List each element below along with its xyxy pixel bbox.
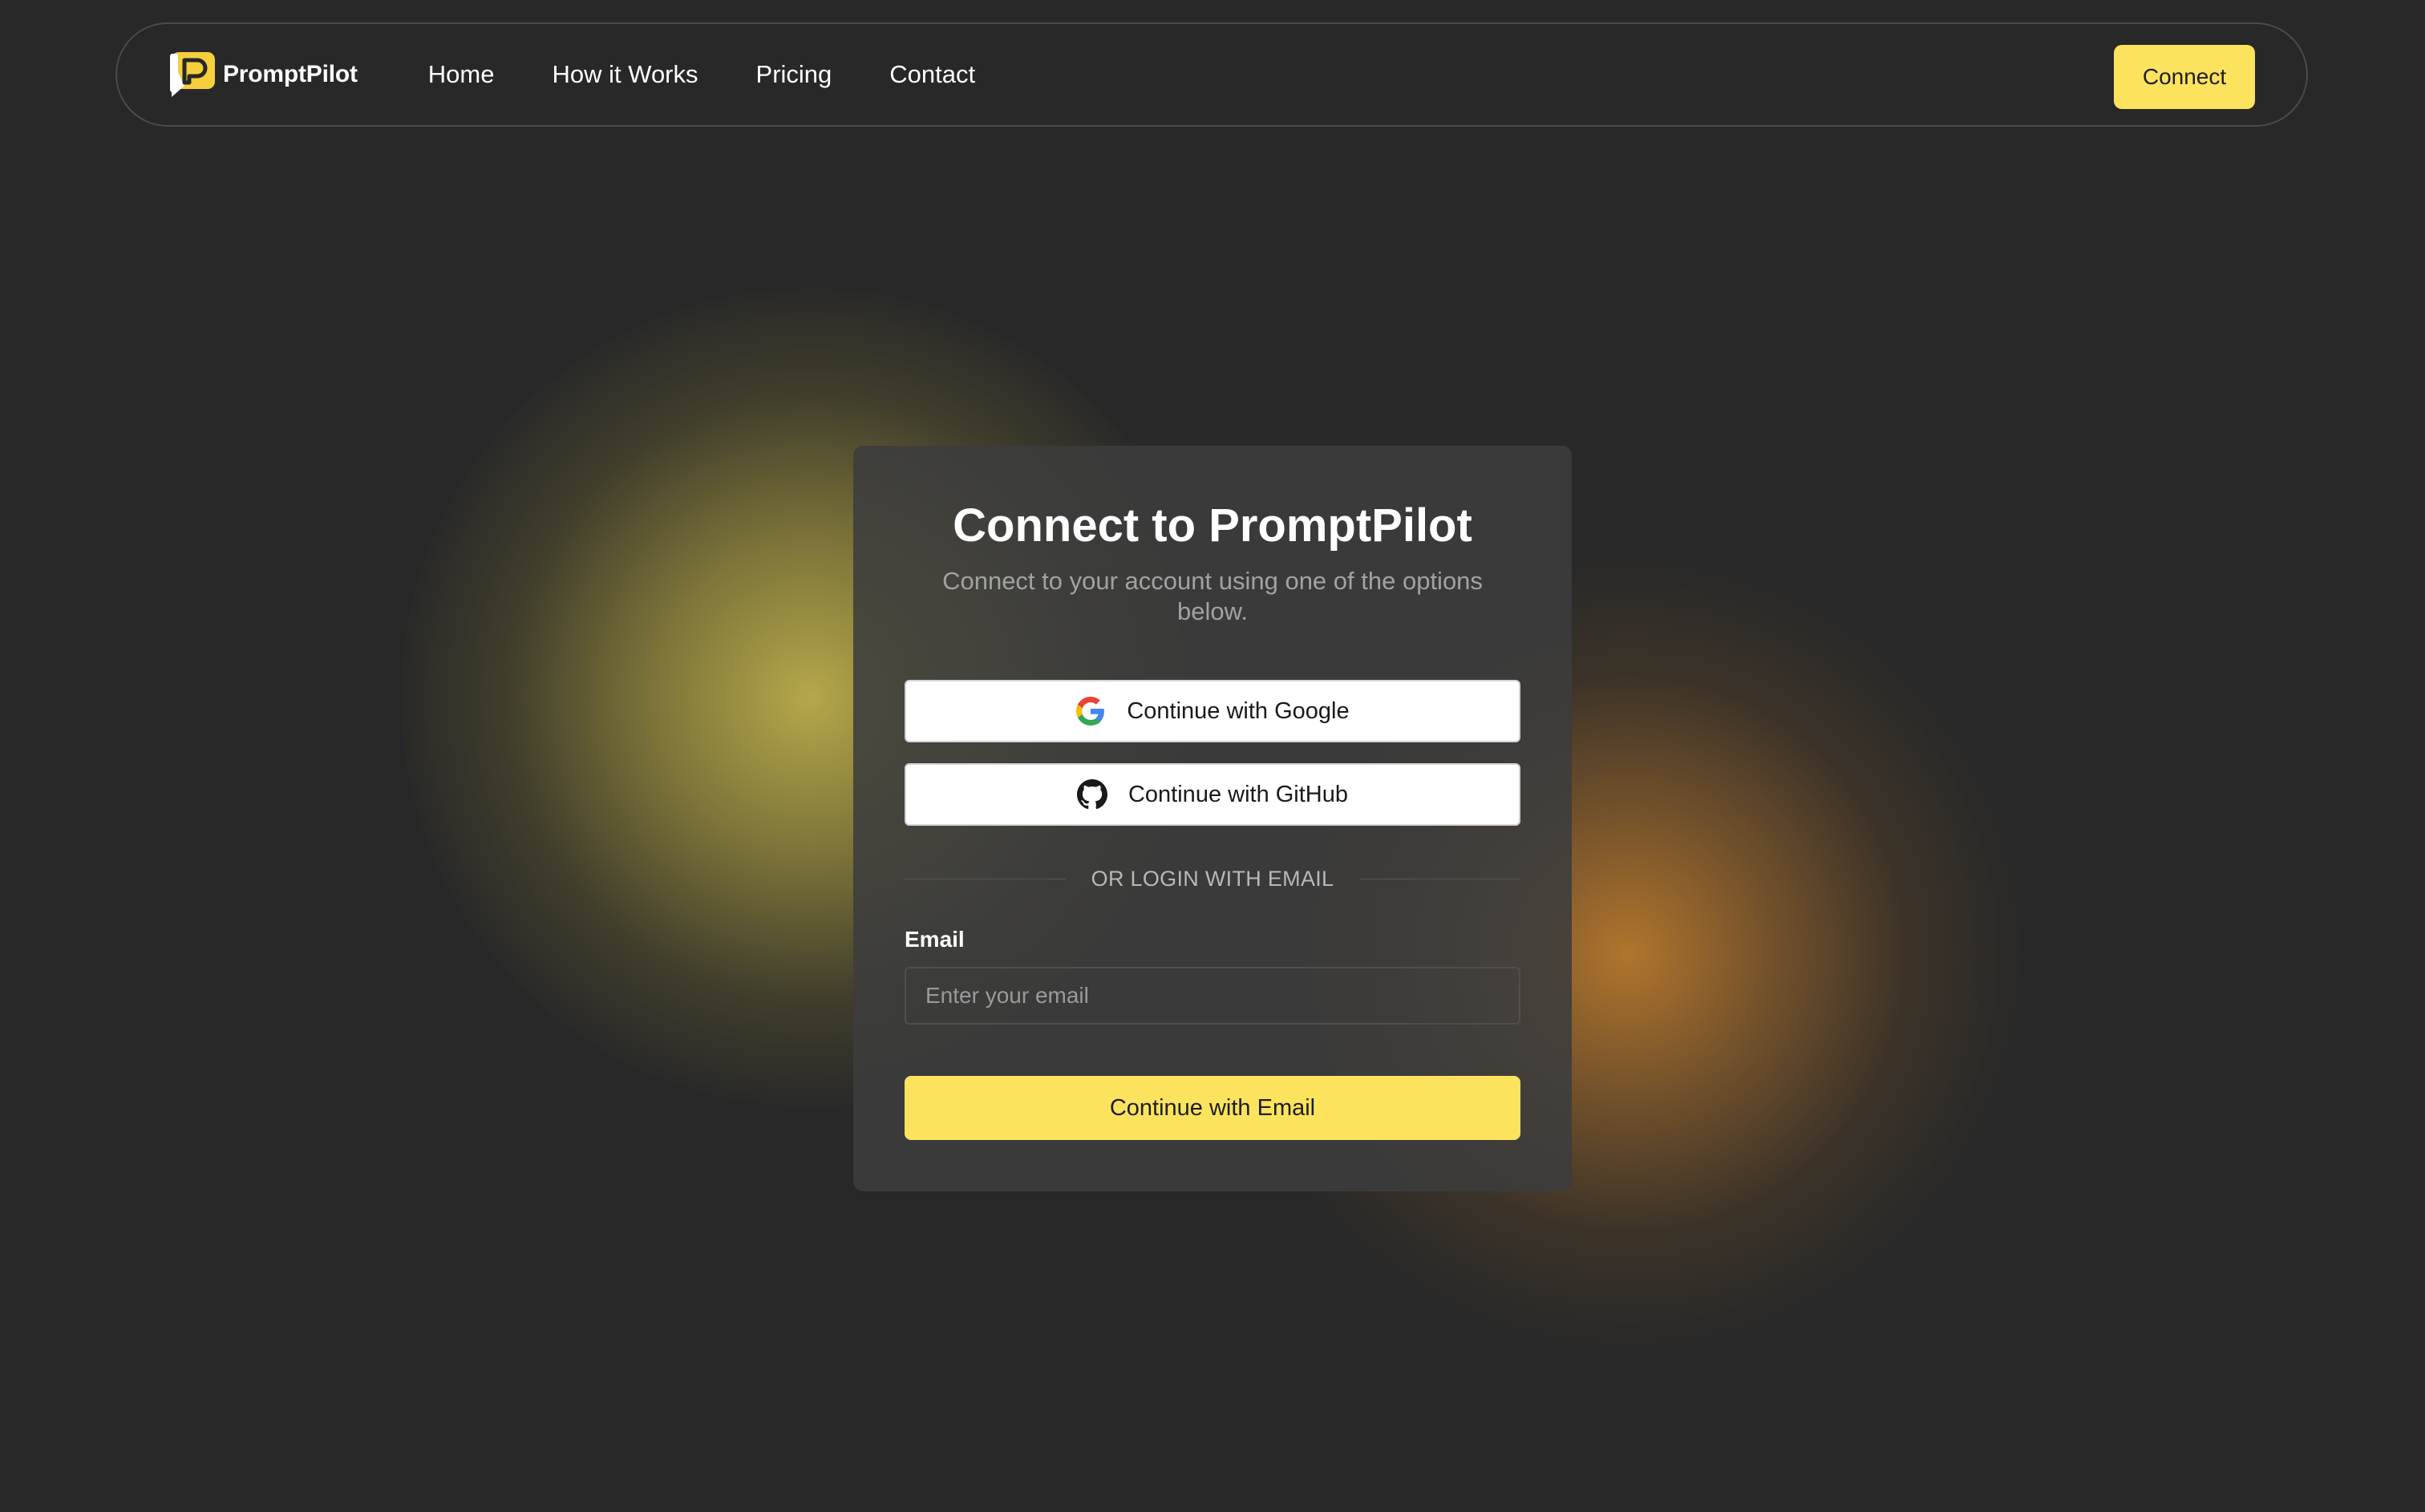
nav-contact-link[interactable]: Contact bbox=[889, 60, 975, 89]
nav-home-link[interactable]: Home bbox=[428, 60, 495, 89]
connect-card: Connect to PromptPilot Connect to your a… bbox=[853, 446, 1572, 1191]
continue-with-google-button[interactable]: Continue with Google bbox=[905, 680, 1520, 742]
divider-text: OR LOGIN WITH EMAIL bbox=[1091, 866, 1334, 891]
google-icon bbox=[1075, 696, 1106, 726]
brand-name: PromptPilot bbox=[223, 61, 358, 87]
continue-with-github-button[interactable]: Continue with GitHub bbox=[905, 763, 1520, 826]
nav-connect-button[interactable]: Connect bbox=[2114, 45, 2255, 109]
or-divider: OR LOGIN WITH EMAIL bbox=[905, 863, 1521, 895]
card-title: Connect to PromptPilot bbox=[953, 499, 1472, 552]
github-button-label: Continue with GitHub bbox=[1127, 781, 1349, 807]
promptpilot-logo-icon bbox=[168, 51, 217, 99]
nav-pricing-link[interactable]: Pricing bbox=[756, 60, 832, 89]
card-subtitle: Connect to your account using one of the… bbox=[942, 567, 1483, 625]
nav-links: Home How it Works Pricing Contact bbox=[428, 60, 1033, 89]
google-button-label: Continue with Google bbox=[1127, 697, 1350, 724]
top-navbar: PromptPilot Home How it Works Pricing Co… bbox=[115, 22, 2308, 127]
email-label: Email bbox=[905, 927, 965, 952]
page: PromptPilot Home How it Works Pricing Co… bbox=[0, 0, 2425, 1512]
email-input[interactable] bbox=[905, 967, 1520, 1025]
continue-with-email-button[interactable]: Continue with Email bbox=[905, 1076, 1520, 1140]
brand-logo[interactable]: PromptPilot bbox=[168, 51, 358, 99]
nav-how-it-works-link[interactable]: How it Works bbox=[553, 60, 698, 89]
github-icon bbox=[1076, 779, 1107, 810]
